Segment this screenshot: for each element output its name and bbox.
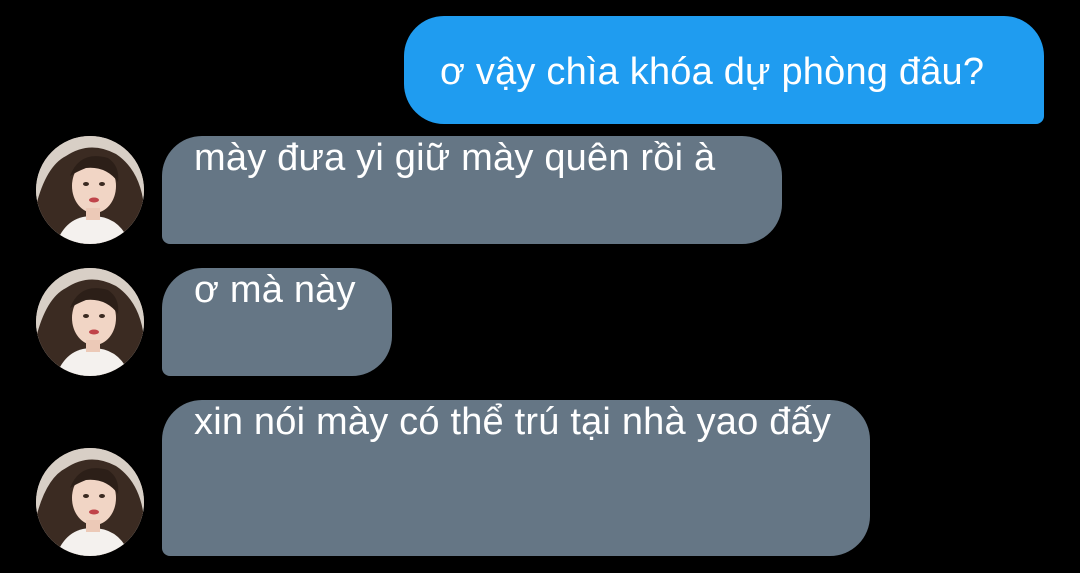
chat-thread: ơ vậy chìa khóa dự phòng đâu? mày đưa yi… bbox=[0, 0, 1080, 573]
avatar-photo-icon bbox=[36, 448, 144, 556]
incoming-message-bubble[interactable]: ơ mà này bbox=[162, 268, 392, 376]
incoming-message-bubble[interactable]: mày đưa yi giữ mày quên rồi à bbox=[162, 136, 782, 244]
contact-avatar[interactable] bbox=[36, 448, 144, 556]
contact-avatar[interactable] bbox=[36, 268, 144, 376]
message-text: ơ mà này bbox=[194, 269, 356, 311]
message-text: mày đưa yi giữ mày quên rồi à bbox=[194, 137, 716, 179]
avatar-photo-icon bbox=[36, 268, 144, 376]
avatar-photo-icon bbox=[36, 136, 144, 244]
incoming-message-bubble[interactable]: xin nói mày có thể trú tại nhà yao đấy bbox=[162, 400, 870, 556]
outgoing-message-bubble[interactable]: ơ vậy chìa khóa dự phòng đâu? bbox=[404, 16, 1044, 124]
message-text: xin nói mày có thể trú tại nhà yao đấy bbox=[194, 401, 832, 443]
message-text: ơ vậy chìa khóa dự phòng đâu? bbox=[440, 51, 985, 93]
contact-avatar[interactable] bbox=[36, 136, 144, 244]
